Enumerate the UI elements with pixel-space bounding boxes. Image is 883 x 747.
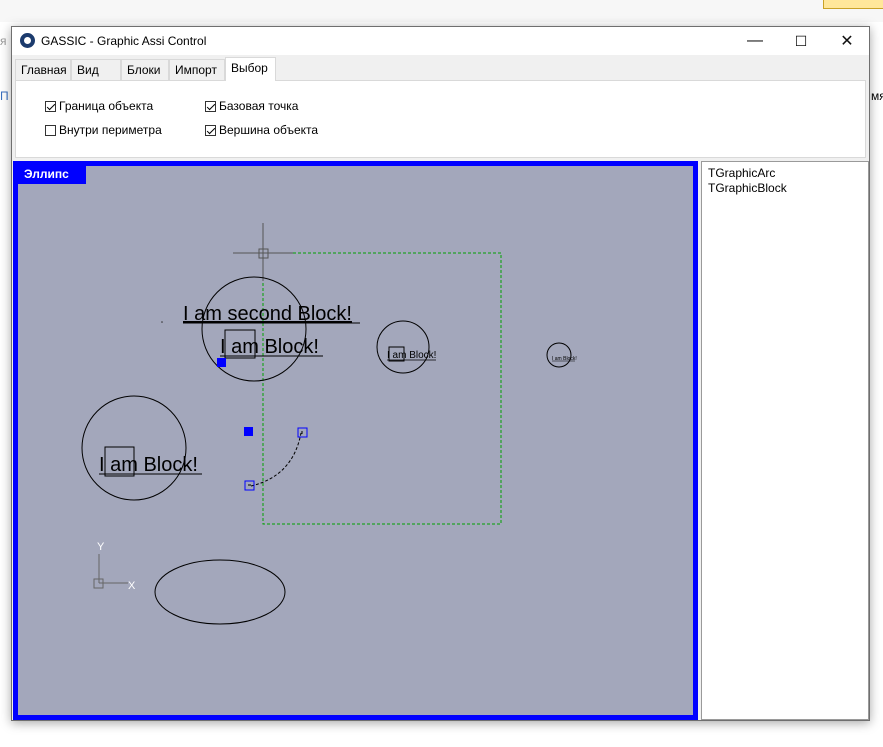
tab-glavnaya[interactable]: Главная xyxy=(15,59,71,80)
checkbox-unchecked-icon xyxy=(45,124,56,136)
ribbon-tabs: Главная Вид Блоки Импорт Выбор xyxy=(15,57,865,81)
title-bar[interactable]: GASSIC - Graphic Assi Control — ☐ ✕ xyxy=(12,27,869,55)
checkbox-label: Вершина объекта xyxy=(219,123,319,137)
checkbox-checked-icon xyxy=(205,124,216,136)
checkbox-checked-icon xyxy=(45,100,56,112)
grip-point[interactable] xyxy=(244,427,253,436)
selected-object-label: Эллипс xyxy=(18,166,86,184)
tab-import[interactable]: Импорт xyxy=(169,59,225,80)
axis-x-label: X xyxy=(128,580,136,592)
grip-point[interactable] xyxy=(217,358,226,367)
selection-rectangle xyxy=(262,252,502,525)
block-text-first[interactable]: I am Block! xyxy=(220,336,319,358)
background-app-text: я xyxy=(0,34,7,48)
background-app-button xyxy=(823,0,883,9)
background-app-strip xyxy=(0,0,883,22)
checkbox-label: Базовая точка xyxy=(219,99,299,113)
point-marker xyxy=(161,321,163,323)
tab-vid[interactable]: Вид xyxy=(71,59,121,80)
list-item[interactable]: TGraphicArc xyxy=(708,166,775,180)
inside-perimeter-checkbox[interactable]: Внутри периметра xyxy=(45,123,162,137)
block-text-left[interactable]: I am Block! xyxy=(99,454,198,476)
block-text-small[interactable]: I am Block! xyxy=(387,350,436,361)
selection-options-panel: Граница объекта Базовая точка Внутри пер… xyxy=(15,80,866,158)
checkbox-label: Граница объекта xyxy=(59,99,154,113)
checkbox-label: Внутри периметра xyxy=(59,123,162,137)
window-title: GASSIC - Graphic Assi Control xyxy=(41,34,207,48)
app-icon xyxy=(20,33,35,48)
drawing-canvas[interactable]: I am second Block! I am Block! I am Bloc… xyxy=(13,161,698,720)
tab-bloki[interactable]: Блоки xyxy=(121,59,169,80)
circle-tiny-block[interactable] xyxy=(546,342,572,368)
object-list[interactable]: TGraphicArc TGraphicBlock xyxy=(701,161,869,720)
axis-y-label: Y xyxy=(97,541,105,553)
close-button[interactable]: ✕ xyxy=(824,27,870,55)
minimize-button[interactable]: — xyxy=(732,27,778,55)
list-item[interactable]: TGraphicBlock xyxy=(708,181,787,195)
arc-selected[interactable] xyxy=(250,432,302,487)
tab-vybor[interactable]: Выбор xyxy=(225,57,276,81)
background-app-label: мя xyxy=(871,89,883,103)
object-border-checkbox[interactable]: Граница объекта xyxy=(45,99,153,113)
object-vertex-checkbox[interactable]: Вершина объекта xyxy=(205,123,318,137)
base-point-checkbox[interactable]: Базовая точка xyxy=(205,99,298,113)
checkbox-checked-icon xyxy=(205,100,216,112)
drawing-svg[interactable]: I am second Block! I am Block! I am Bloc… xyxy=(18,166,693,715)
main-window: GASSIC - Graphic Assi Control — ☐ ✕ Глав… xyxy=(11,26,870,721)
block-text-second[interactable]: I am second Block! xyxy=(183,303,352,325)
background-app-text: П xyxy=(0,89,9,103)
ellipse-shape[interactable] xyxy=(154,559,286,625)
maximize-button[interactable]: ☐ xyxy=(778,27,824,55)
